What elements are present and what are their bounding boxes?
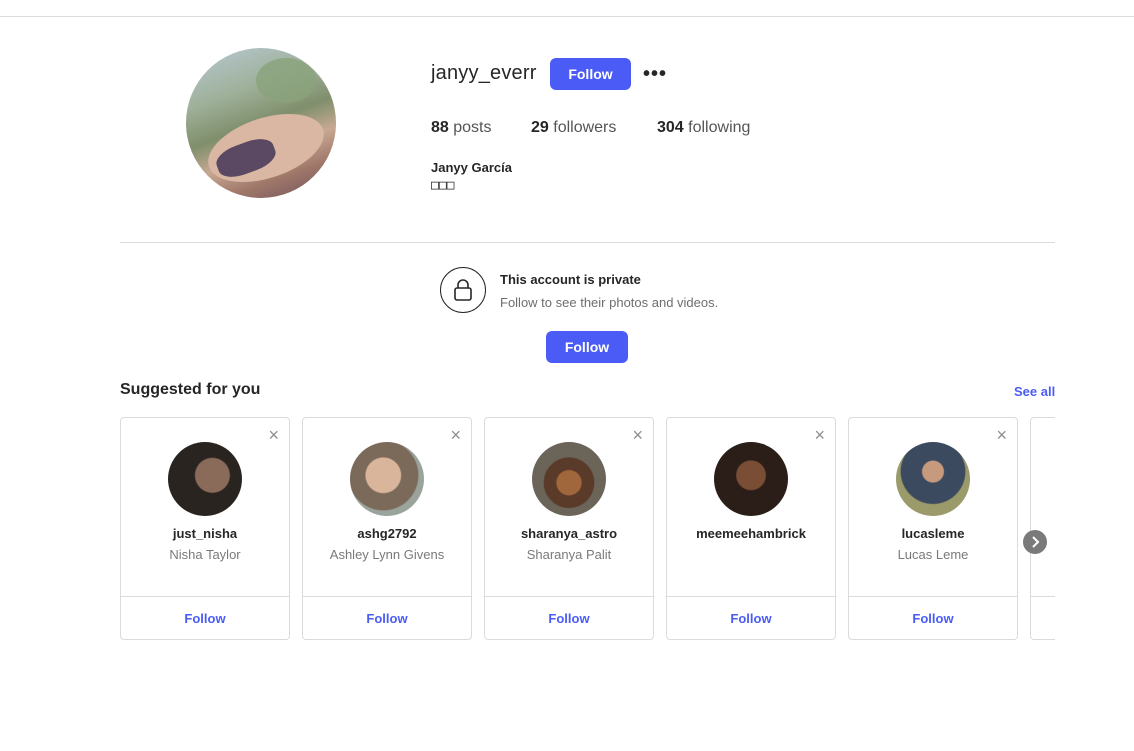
section-divider: [120, 242, 1055, 243]
close-icon[interactable]: ×: [450, 426, 461, 444]
suggestion-username[interactable]: ashg2792: [303, 526, 471, 541]
posts-label: posts: [453, 119, 492, 136]
avatar[interactable]: [168, 442, 242, 516]
profile-username: janyy_everr: [431, 62, 537, 84]
suggestion-card[interactable]: × meemeehambrick Follow: [666, 417, 836, 640]
suggestion-username[interactable]: sharanya_astro: [485, 526, 653, 541]
see-all-link[interactable]: See all: [1014, 384, 1055, 399]
avatar[interactable]: [896, 442, 970, 516]
suggestion-card-partial[interactable]: [1030, 417, 1055, 640]
close-icon[interactable]: ×: [632, 426, 643, 444]
suggestion-name: Lucas Leme: [897, 547, 969, 562]
avatar[interactable]: [350, 442, 424, 516]
suggestion-follow-button[interactable]: Follow: [667, 611, 835, 626]
avatar[interactable]: [714, 442, 788, 516]
following-label: following: [688, 119, 751, 136]
suggestion-card[interactable]: × sharanya_astro Sharanya Palit Follow: [484, 417, 654, 640]
followers-stat[interactable]: 29 followers: [531, 119, 616, 137]
suggestion-name: Sharanya Palit: [526, 547, 612, 562]
suggestion-username[interactable]: meemeehambrick: [667, 526, 835, 541]
suggestion-username[interactable]: just_nisha: [121, 526, 289, 541]
profile-bio: □□□: [431, 178, 455, 193]
suggestion-name: Ashley Lynn Givens: [329, 547, 445, 562]
follow-button[interactable]: Follow: [550, 58, 631, 90]
lock-icon: [440, 267, 486, 313]
following-stat[interactable]: 304 following: [657, 119, 750, 137]
suggestion-follow-button[interactable]: Follow: [485, 611, 653, 626]
chevron-right-icon[interactable]: [1023, 530, 1047, 554]
suggestion-follow-button[interactable]: Follow: [303, 611, 471, 626]
suggestion-follow-button[interactable]: Follow: [121, 611, 289, 626]
close-icon[interactable]: ×: [996, 426, 1007, 444]
suggestion-username[interactable]: lucasleme: [849, 526, 1017, 541]
followers-count: 29: [531, 119, 549, 136]
suggested-title: Suggested for you: [120, 381, 261, 398]
suggestion-name: Nisha Taylor: [169, 547, 241, 562]
profile-avatar[interactable]: [186, 48, 336, 198]
posts-stat: 88 posts: [431, 119, 492, 137]
following-count: 304: [657, 119, 684, 136]
profile-full-name: Janyy García: [431, 160, 512, 175]
close-icon[interactable]: ×: [268, 426, 279, 444]
suggestion-card[interactable]: × just_nisha Nisha Taylor Follow: [120, 417, 290, 640]
suggestion-follow-button[interactable]: Follow: [849, 611, 1017, 626]
followers-label: followers: [553, 119, 617, 136]
suggestion-card[interactable]: × lucasleme Lucas Leme Follow: [848, 417, 1018, 640]
avatar[interactable]: [532, 442, 606, 516]
suggestion-card[interactable]: × ashg2792 Ashley Lynn Givens Follow: [302, 417, 472, 640]
posts-count: 88: [431, 119, 449, 136]
close-icon[interactable]: ×: [814, 426, 825, 444]
top-border: [0, 16, 1134, 17]
private-title: This account is private: [500, 272, 641, 287]
suggested-carousel: × just_nisha Nisha Taylor Follow × ashg2…: [120, 417, 1055, 641]
private-follow-button[interactable]: Follow: [546, 331, 628, 363]
more-options-icon[interactable]: •••: [643, 64, 667, 84]
private-subtitle: Follow to see their photos and videos.: [500, 295, 719, 310]
